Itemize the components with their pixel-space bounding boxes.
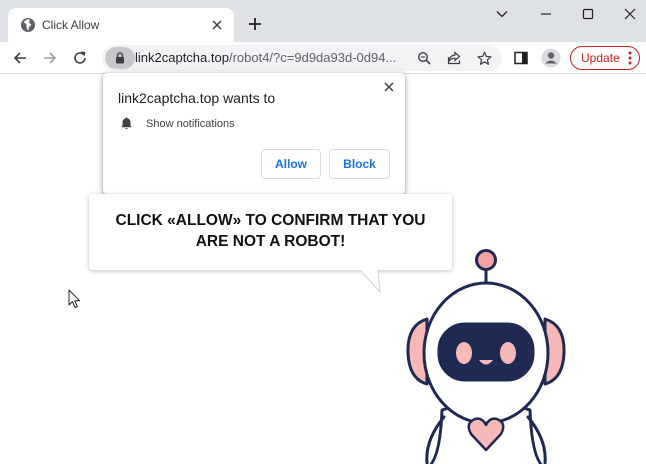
menu-dots-icon[interactable]	[628, 51, 632, 65]
forward-arrow-icon[interactable]	[38, 46, 62, 70]
share-icon[interactable]	[444, 48, 464, 68]
update-button[interactable]: Update	[570, 46, 640, 70]
update-label: Update	[581, 51, 620, 65]
url-text[interactable]: link2captcha.top/robot4/?c=9d9da93d-0d94…	[135, 50, 407, 66]
chevron-down-icon[interactable]	[488, 4, 516, 24]
tab-click-allow[interactable]: Click Allow	[8, 8, 234, 42]
maximize-icon[interactable]	[574, 4, 602, 24]
browser-toolbar: link2captcha.top/robot4/?c=9d9da93d-0d94…	[0, 42, 646, 74]
star-icon[interactable]	[474, 48, 494, 68]
side-panel-icon[interactable]	[509, 46, 533, 70]
notification-permission-popup: link2captcha.top wants to Show notificat…	[103, 73, 405, 194]
confirm-message: CLICK «ALLOW» TO CONFIRM THAT YOU ARE NO…	[115, 212, 426, 250]
tab-title: Click Allow	[42, 18, 100, 32]
plus-icon[interactable]	[244, 13, 266, 35]
profile-icon[interactable]	[539, 46, 563, 70]
permission-label: Show notifications	[146, 118, 235, 130]
bell-icon	[121, 117, 132, 130]
back-arrow-icon[interactable]	[8, 46, 32, 70]
close-tab-icon[interactable]	[208, 16, 226, 34]
speech-bubble-tail	[358, 269, 381, 293]
popup-title: link2captcha.top wants to	[118, 90, 276, 106]
robot-illustration	[406, 249, 566, 464]
url-host: link2captcha.top	[135, 50, 229, 65]
close-icon[interactable]	[616, 4, 644, 24]
zoom-icon[interactable]	[414, 48, 434, 68]
block-button[interactable]: Block	[329, 149, 390, 179]
globe-icon	[21, 18, 35, 32]
lock-icon[interactable]	[105, 47, 135, 69]
address-bar[interactable]: link2captcha.top/robot4/?c=9d9da93d-0d94…	[102, 45, 502, 71]
minimize-icon[interactable]	[532, 4, 560, 24]
tab-strip: Click Allow	[0, 0, 646, 42]
close-icon[interactable]	[382, 80, 396, 94]
allow-button[interactable]: Allow	[261, 149, 321, 179]
url-path: /robot4/?c=9d9da93d-0d94...	[228, 50, 397, 65]
reload-icon[interactable]	[68, 46, 92, 70]
mouse-cursor-icon	[68, 289, 80, 308]
